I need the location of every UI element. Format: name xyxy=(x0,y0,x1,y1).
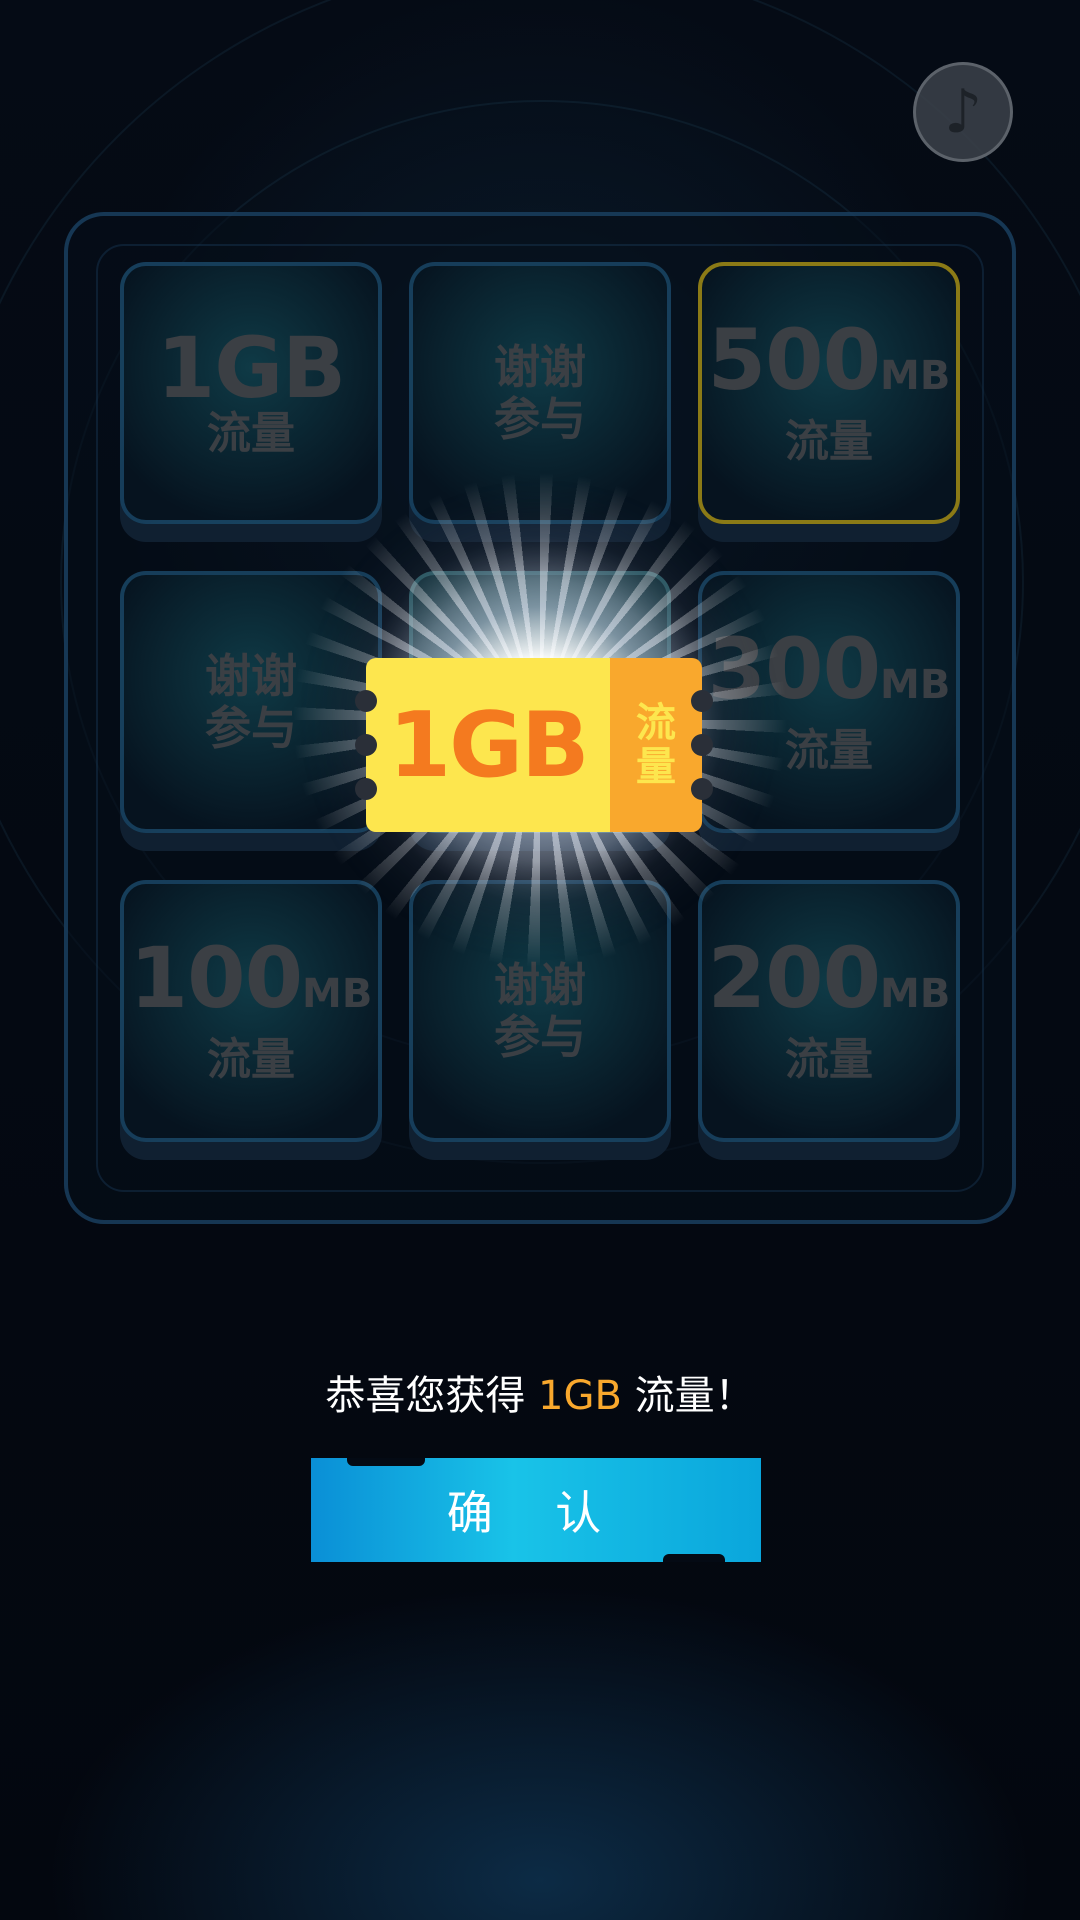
prize-unit: MB xyxy=(302,971,373,1017)
prize-thanks-line1: 谢谢 xyxy=(494,340,586,394)
button-notch-decoration xyxy=(347,1458,425,1466)
ticket-notch xyxy=(691,734,713,756)
ticket-notch xyxy=(691,690,713,712)
prize-number: 100 xyxy=(129,929,303,1027)
result-suffix: 流量！ xyxy=(621,1373,755,1419)
prize-amount: 100MB xyxy=(130,936,373,1035)
prize-unit-label: 流量 xyxy=(207,1034,295,1085)
music-note-icon: ♪ xyxy=(943,77,983,147)
ticket-amount-panel: 1GB xyxy=(355,658,610,832)
prize-amount: 500MB xyxy=(708,318,951,417)
button-notch-decoration xyxy=(663,1554,725,1562)
music-toggle-button[interactable]: ♪ xyxy=(913,62,1013,162)
prize-tile-1gb: 1GB 流量 xyxy=(120,262,382,524)
prize-ticket: 1GB 流 量 xyxy=(355,658,713,832)
prize-unit-label: 流量 xyxy=(207,408,295,459)
prize-thanks-line2: 参与 xyxy=(494,1010,586,1064)
confirm-button[interactable]: 确 认 xyxy=(311,1458,761,1562)
prize-thanks-line2: 参与 xyxy=(494,392,586,446)
ticket-amount: 1GB xyxy=(388,692,589,798)
prize-number: 500 xyxy=(707,311,881,409)
prize-unit: MB xyxy=(880,662,951,708)
prize-tile-200mb: 200MB 流量 xyxy=(698,880,960,1142)
prize-unit-label: 流量 xyxy=(785,416,873,467)
lottery-result-screen: ♪ 1GB 流量 谢谢 参与 500MB 流量 谢谢 参与 300MB 流量 1… xyxy=(0,0,1080,1920)
prize-amount: 200MB xyxy=(708,936,951,1035)
prize-unit: MB xyxy=(880,971,951,1017)
ticket-notch xyxy=(355,778,377,800)
confirm-button-label: 确 认 xyxy=(446,1486,626,1540)
prize-tile-100mb: 100MB 流量 xyxy=(120,880,382,1142)
result-prefix: 恭喜您获得 xyxy=(325,1373,539,1419)
prize-amount: 1GB xyxy=(156,319,346,417)
result-amount: 1GB xyxy=(538,1373,622,1419)
ticket-label-panel: 流 量 xyxy=(610,658,713,832)
ticket-notch xyxy=(355,690,377,712)
prize-thanks-line1: 谢谢 xyxy=(205,649,297,703)
prize-tile-500mb: 500MB 流量 xyxy=(698,262,960,524)
ticket-notch xyxy=(691,778,713,800)
ticket-notch xyxy=(355,734,377,756)
result-message: 恭喜您获得 1GB 流量！ xyxy=(0,1363,1080,1421)
prize-unit-label: 流量 xyxy=(785,1034,873,1085)
prize-thanks-line2: 参与 xyxy=(205,701,297,755)
prize-unit-label: 流量 xyxy=(785,725,873,776)
ticket-label-line2: 量 xyxy=(636,744,676,790)
prize-number: 200 xyxy=(707,929,881,1027)
ticket-label-line1: 流 xyxy=(636,700,676,746)
prize-unit: MB xyxy=(880,353,951,399)
